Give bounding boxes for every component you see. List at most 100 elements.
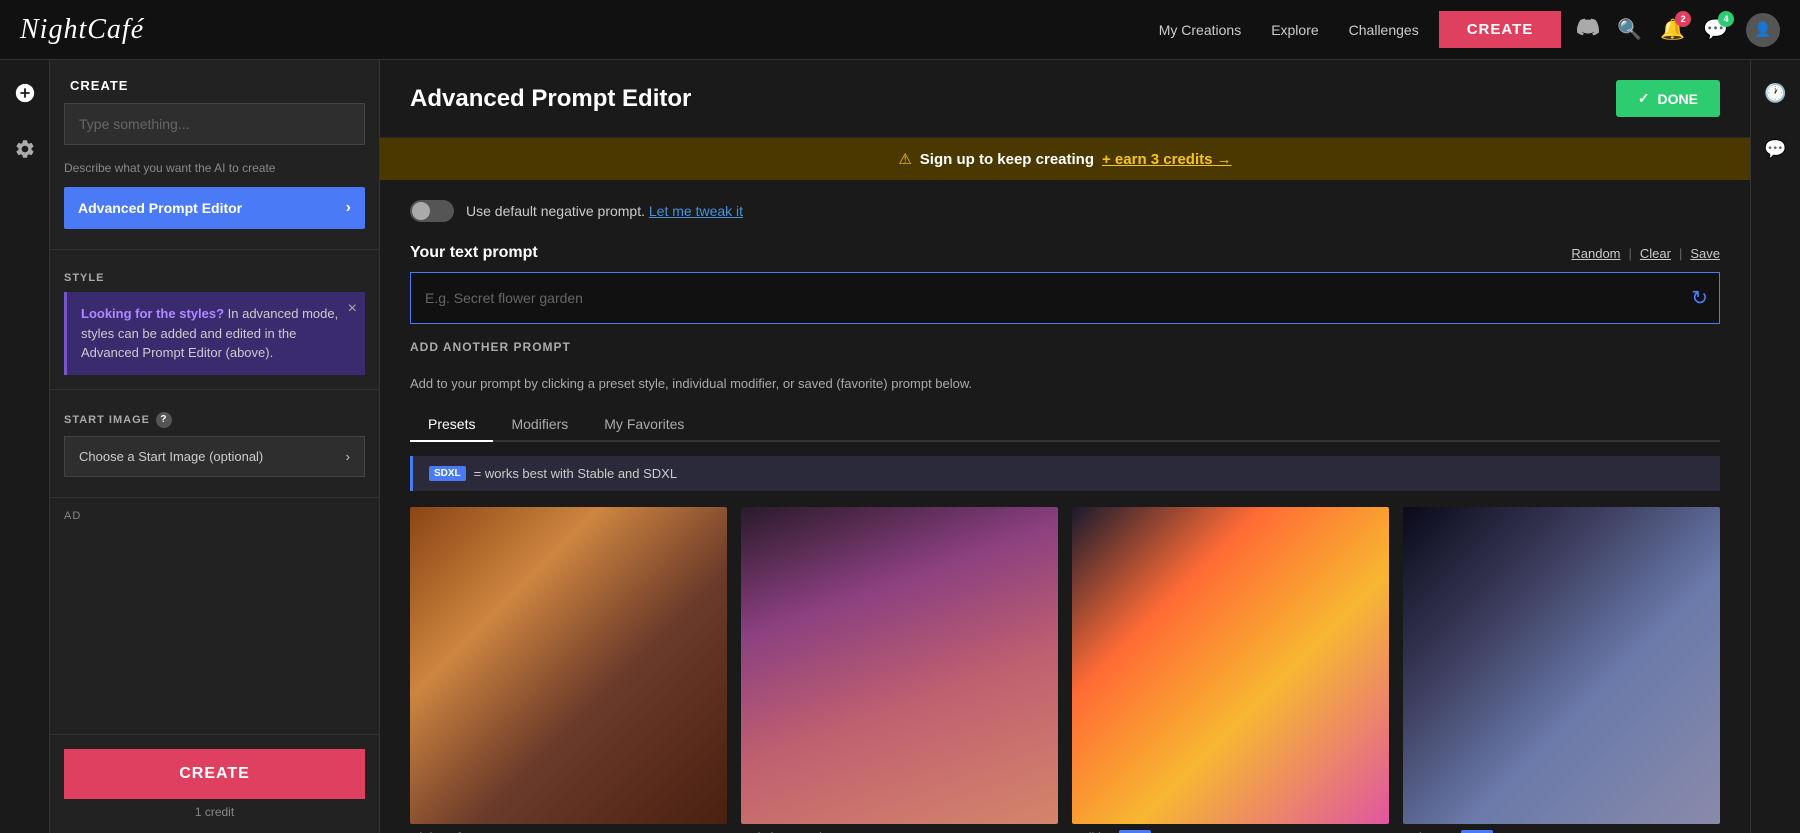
nav-explore[interactable]: Explore <box>1271 22 1318 38</box>
anime-v2-label: Anime v2 SDXL <box>1403 830 1720 833</box>
text-prompt-input[interactable] <box>410 272 1720 324</box>
advanced-prompt-editor-button[interactable]: Advanced Prompt Editor › <box>64 187 365 229</box>
style-info-box: Looking for the styles? In advanced mode… <box>64 292 365 375</box>
left-panel-create-label: CREATE <box>50 60 379 103</box>
done-btn-label: DONE <box>1658 91 1698 107</box>
search-icon-button[interactable]: 🔍 <box>1617 17 1642 42</box>
style-section-label: STYLE <box>50 262 379 292</box>
image-card-nightcafe[interactable]: NightCafe <box>410 507 727 833</box>
refresh-icon: ↻ <box>1691 288 1708 310</box>
app-logo[interactable]: NightCafé <box>20 14 144 46</box>
sdxl-info-banner: SDXL = works best with Stable and SDXL <box>410 456 1720 491</box>
credit-text: 1 credit <box>64 805 365 819</box>
main-prompt-input[interactable] <box>64 103 365 145</box>
user-avatar[interactable]: 👤 <box>1746 13 1780 47</box>
notification-bell-button[interactable]: 🔔 2 <box>1660 17 1685 42</box>
sign-up-main-text: Sign up to keep creating <box>920 151 1094 168</box>
create-main-button[interactable]: CREATE <box>64 749 365 799</box>
notification-badge: 2 <box>1675 11 1691 27</box>
text-prompt-input-wrap: ↻ <box>410 272 1720 324</box>
nav-create-button[interactable]: CREATE <box>1439 11 1562 48</box>
create-icon <box>14 82 36 104</box>
image-card-striking[interactable]: Striking SDXL <box>1072 507 1389 833</box>
start-image-btn-arrow-icon: › <box>346 449 350 464</box>
advanced-btn-arrow-icon: › <box>346 199 351 217</box>
add-another-prompt-button[interactable]: ADD ANOTHER PROMPT <box>410 336 571 358</box>
refresh-prompt-button[interactable]: ↻ <box>1691 286 1708 311</box>
start-image-section-label: START IMAGE ? <box>50 402 379 436</box>
anime-v2-thumbnail <box>1403 507 1720 824</box>
neg-prompt-label: Use default negative prompt. Let me twea… <box>466 203 743 219</box>
create-bottom-area: CREATE 1 credit <box>50 734 379 833</box>
striking-label: Striking SDXL <box>1072 830 1389 833</box>
right-sidebar: 🕐 💬 <box>1750 60 1800 833</box>
discord-icon-button[interactable] <box>1577 16 1599 44</box>
sidebar-settings-icon-button[interactable] <box>7 131 43 167</box>
icon-sidebar <box>0 60 50 833</box>
ad-section-label: AD <box>50 510 379 542</box>
sign-up-banner: ⚠ Sign up to keep creating + earn 3 cred… <box>380 138 1750 180</box>
helper-text: Add to your prompt by clicking a preset … <box>410 374 1720 394</box>
nav-my-creations[interactable]: My Creations <box>1159 22 1241 38</box>
start-image-help-icon[interactable]: ? <box>156 412 172 428</box>
second-notification-button[interactable]: 💬 4 <box>1703 17 1728 42</box>
neg-prompt-tweak-link[interactable]: Let me tweak it <box>649 203 743 219</box>
tab-presets[interactable]: Presets <box>410 408 493 442</box>
image-grid: NightCafe Artistic Portrait Striking SDX… <box>410 507 1720 833</box>
nav-links: My Creations Explore Challenges <box>1159 22 1419 38</box>
warning-icon: ⚠ <box>898 150 911 168</box>
ad-divider <box>50 497 379 498</box>
advanced-btn-label: Advanced Prompt Editor <box>78 200 242 216</box>
striking-thumbnail <box>1072 507 1389 824</box>
tab-modifiers[interactable]: Modifiers <box>493 408 586 442</box>
preset-tabs: Presets Modifiers My Favorites <box>410 408 1720 442</box>
settings-icon <box>14 138 36 160</box>
action-sep-1: | <box>1629 246 1632 261</box>
random-action-link[interactable]: Random <box>1571 246 1620 261</box>
avatar-initial: 👤 <box>1754 21 1771 38</box>
chat-icon-button[interactable]: 💬 <box>1758 131 1794 167</box>
sidebar-create-icon-button[interactable] <box>7 75 43 111</box>
discord-icon <box>1577 16 1599 38</box>
history-icon-button[interactable]: 🕐 <box>1758 75 1794 111</box>
nav-challenges[interactable]: Challenges <box>1349 22 1419 38</box>
chat-icon: 💬 <box>1764 139 1786 160</box>
start-image-button[interactable]: Choose a Start Image (optional) › <box>64 436 365 477</box>
top-navigation: NightCafé My Creations Explore Challenge… <box>0 0 1800 60</box>
style-info-bold: Looking for the styles? <box>81 306 224 321</box>
text-prompt-title: Your text prompt <box>410 244 538 262</box>
main-layout: CREATE Describe what you want the AI to … <box>0 60 1800 833</box>
sdxl-badge: SDXL <box>429 466 466 481</box>
sdxl-banner-text: = works best with Stable and SDXL <box>474 466 677 481</box>
second-notification-badge: 4 <box>1718 11 1734 27</box>
left-panel: CREATE Describe what you want the AI to … <box>50 60 380 833</box>
content-title: Advanced Prompt Editor <box>410 85 691 113</box>
nav-icon-group: 🔍 🔔 2 💬 4 👤 <box>1577 13 1780 47</box>
describe-text: Describe what you want the AI to create <box>50 155 379 187</box>
artistic-portrait-thumbnail <box>741 507 1058 824</box>
nightcafe-label: NightCafe <box>410 830 727 833</box>
done-button[interactable]: ✓ DONE <box>1616 80 1720 117</box>
toggle-knob <box>412 202 430 220</box>
clear-action-link[interactable]: Clear <box>1640 246 1671 261</box>
start-image-btn-label: Choose a Start Image (optional) <box>79 449 263 464</box>
artistic-portrait-label: Artistic Portrait <box>741 830 1058 833</box>
save-action-link[interactable]: Save <box>1690 246 1720 261</box>
style-divider <box>50 249 379 250</box>
negative-prompt-row: Use default negative prompt. Let me twea… <box>410 200 1720 222</box>
prompt-actions: Random | Clear | Save <box>1571 246 1720 261</box>
main-content: Advanced Prompt Editor ✓ DONE ⚠ Sign up … <box>380 60 1750 833</box>
search-icon: 🔍 <box>1617 19 1642 41</box>
image-card-artistic-portrait[interactable]: Artistic Portrait <box>741 507 1058 833</box>
style-info-close-button[interactable]: × <box>348 300 357 318</box>
neg-prompt-toggle[interactable] <box>410 200 454 222</box>
start-image-divider <box>50 389 379 390</box>
text-prompt-header: Your text prompt Random | Clear | Save <box>410 244 1720 262</box>
nightcafe-thumbnail <box>410 507 727 824</box>
content-scrollable: Use default negative prompt. Let me twea… <box>380 180 1750 833</box>
prompt-input-area <box>50 103 379 155</box>
tab-my-favorites[interactable]: My Favorites <box>586 408 702 442</box>
image-card-anime-v2[interactable]: Anime v2 SDXL <box>1403 507 1720 833</box>
history-icon: 🕐 <box>1764 83 1786 104</box>
sign-up-link[interactable]: + earn 3 credits → <box>1102 151 1232 168</box>
